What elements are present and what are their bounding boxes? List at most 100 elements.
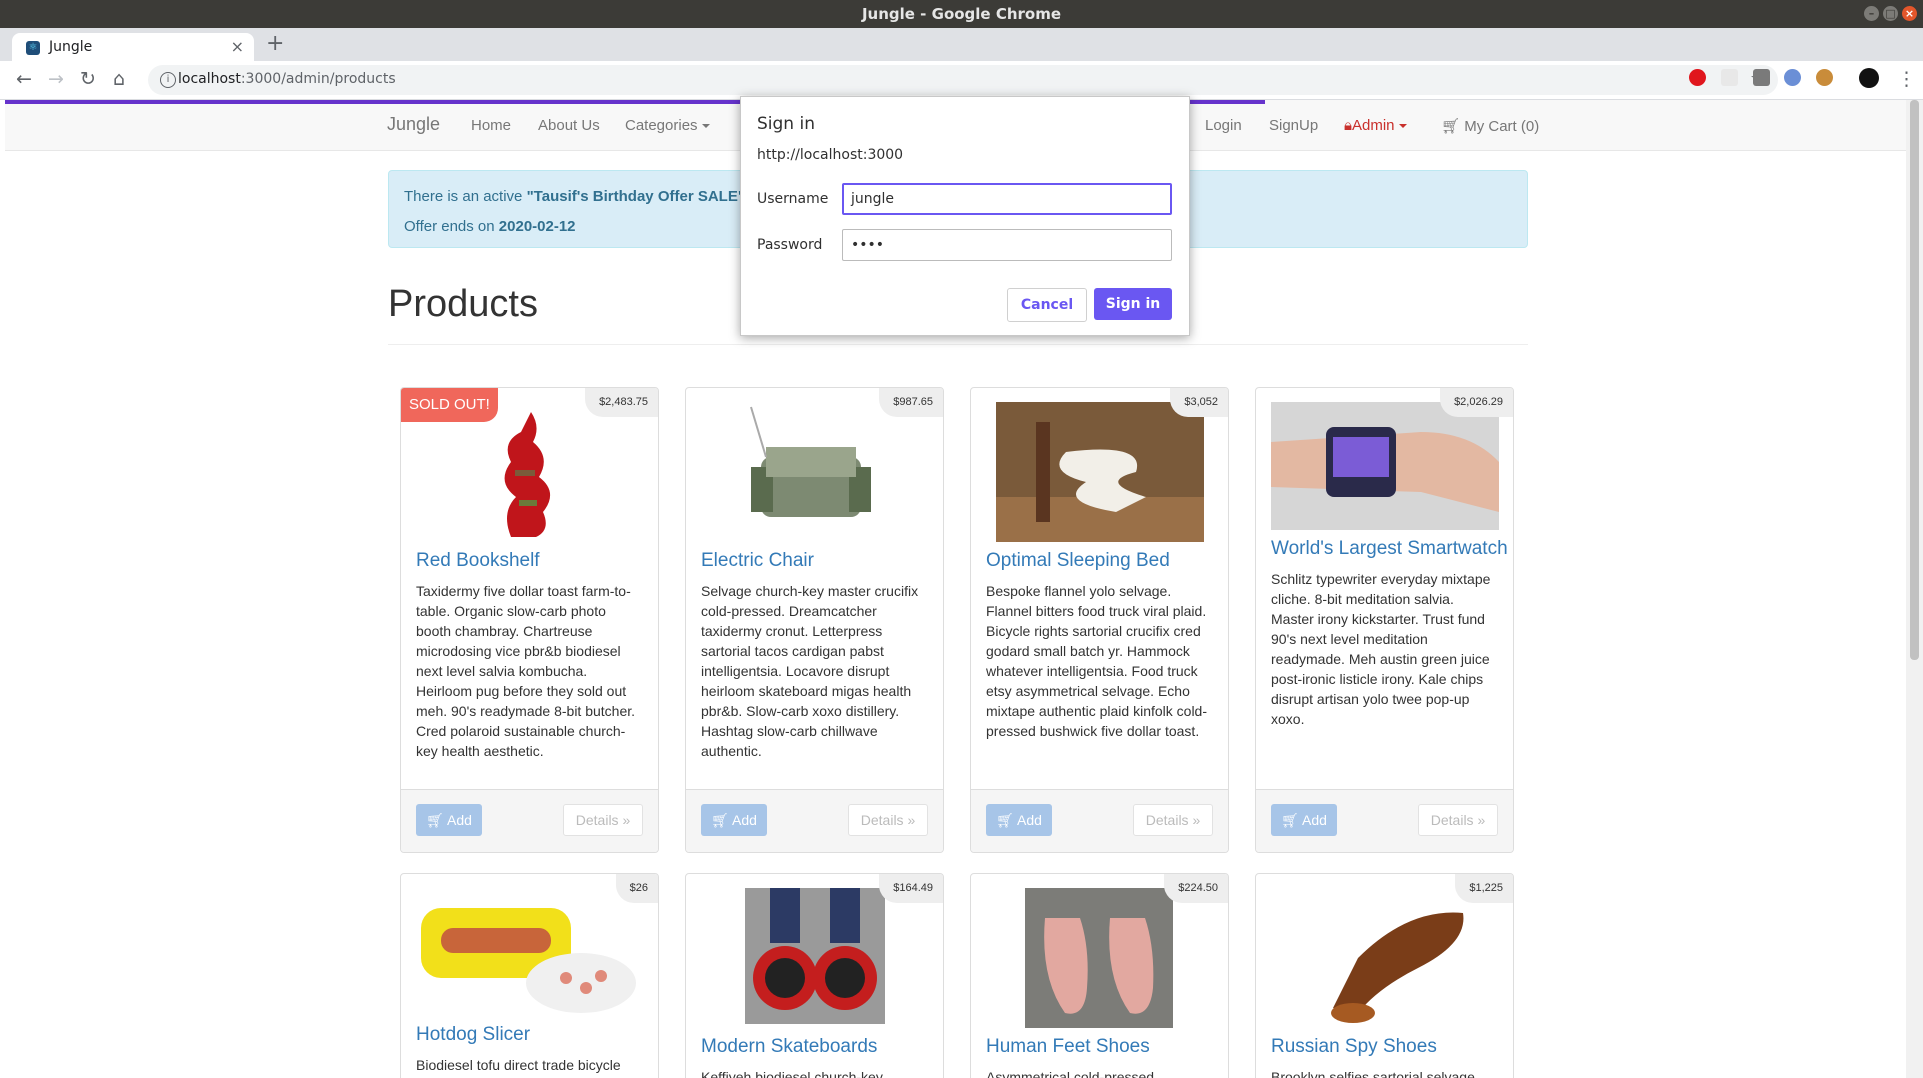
address-bar[interactable]: i localhost:3000/admin/products ☆ xyxy=(148,65,1778,95)
brand-link[interactable]: Jungle xyxy=(387,114,440,135)
maximize-icon[interactable]: □ xyxy=(1883,6,1898,21)
product-description: Selvage church-key master crucifix cold-… xyxy=(701,583,919,759)
nav-about[interactable]: About Us xyxy=(538,117,600,134)
browser-toolbar: ← → ↻ ⌂ i localhost:3000/admin/products … xyxy=(0,61,1923,100)
sign-in-button[interactable]: Sign in xyxy=(1094,288,1172,320)
nav-admin[interactable]: 🔒︎Admin xyxy=(1344,117,1407,134)
alert-line-2: Offer ends on 2020-02-12 xyxy=(404,218,576,235)
price-tag: $164.49 xyxy=(879,874,943,903)
scrollbar-thumb[interactable] xyxy=(1910,100,1919,660)
product-image[interactable] xyxy=(1298,888,1472,1028)
forward-icon[interactable]: → xyxy=(48,68,64,90)
add-to-cart-button[interactable]: 🛒︎ Add xyxy=(701,804,767,836)
window-title: Jungle - Google Chrome xyxy=(861,5,1062,23)
profile-avatar[interactable] xyxy=(1859,68,1879,88)
minimize-icon[interactable]: – xyxy=(1864,6,1879,21)
product-name[interactable]: Electric Chair xyxy=(701,550,814,572)
nav-admin-label: Admin xyxy=(1351,117,1395,134)
product-name[interactable]: Modern Skateboards xyxy=(701,1036,877,1058)
product-image[interactable] xyxy=(741,402,881,542)
card-footer: 🛒︎ Add Details » xyxy=(686,789,943,852)
product-name[interactable]: Russian Spy Shoes xyxy=(1271,1036,1437,1058)
details-button[interactable]: Details » xyxy=(1418,804,1498,836)
new-tab-button[interactable]: + xyxy=(266,31,284,56)
nav-categories[interactable]: Categories xyxy=(625,117,710,134)
sale-name: "Tausif's Birthday Offer SALE" xyxy=(526,188,745,205)
window-titlebar: Jungle - Google Chrome – □ × xyxy=(0,0,1923,28)
product-image[interactable] xyxy=(471,402,581,542)
price-tag: $2,483.75 xyxy=(585,388,658,417)
dialog-title: Sign in xyxy=(757,114,815,134)
menu-kebab-icon[interactable]: ⋮ xyxy=(1897,68,1916,90)
product-name[interactable]: Human Feet Shoes xyxy=(986,1036,1150,1058)
username-field[interactable]: jungle xyxy=(842,183,1172,215)
price-tag: $1,225 xyxy=(1455,874,1513,903)
dialog-origin: http://localhost:3000 xyxy=(757,147,904,163)
price-tag: $3,052 xyxy=(1170,388,1228,417)
product-name[interactable]: World's Largest Smartwatch xyxy=(1271,538,1508,560)
tab-close-icon[interactable]: × xyxy=(231,37,244,56)
price-tag: $26 xyxy=(615,874,658,903)
price-tag: $2,026.29 xyxy=(1440,388,1513,417)
product-description: Asymmetrical cold-pressed cornhole xyxy=(986,1069,1155,1078)
opera-extension-icon[interactable] xyxy=(1689,69,1706,86)
nav-cart[interactable]: 🛒︎ My Cart (0) xyxy=(1441,117,1539,135)
details-button[interactable]: Details » xyxy=(848,804,928,836)
product-image[interactable] xyxy=(1271,402,1499,530)
url-text[interactable]: localhost:3000/admin/products xyxy=(178,71,396,87)
card-footer: 🛒︎ Add Details » xyxy=(401,789,658,852)
cart-icon: 🛒︎ xyxy=(1441,118,1461,135)
product-card: $2,026.29 World's Largest Smartwatch Sch… xyxy=(1255,387,1514,853)
page-title: Products xyxy=(388,283,538,325)
password-field[interactable]: •••• xyxy=(842,229,1172,261)
add-to-cart-button[interactable]: 🛒︎ Add xyxy=(416,804,482,836)
product-description: Bespoke flannel yolo selvage. Flannel bi… xyxy=(986,583,1208,739)
product-image[interactable] xyxy=(996,402,1204,542)
cart-icon: 🛒︎ xyxy=(426,812,444,828)
react-favicon-icon: ⚛ xyxy=(26,41,40,55)
details-button[interactable]: Details » xyxy=(563,804,643,836)
nav-signup[interactable]: SignUp xyxy=(1269,117,1318,134)
extension-icon[interactable] xyxy=(1721,69,1738,86)
tab-strip: ⚛ Jungle × xyxy=(0,28,1923,61)
cart-icon: 🛒︎ xyxy=(996,812,1014,828)
product-image[interactable] xyxy=(745,888,885,1024)
nav-categories-label: Categories xyxy=(625,117,698,134)
product-name[interactable]: Optimal Sleeping Bed xyxy=(986,550,1170,572)
tab-jungle[interactable]: ⚛ Jungle × xyxy=(12,33,254,61)
nav-home[interactable]: Home xyxy=(471,117,511,134)
product-card: $164.49 Modern Skateboards Keffiyeh biod… xyxy=(685,873,944,1078)
card-footer: 🛒︎ Add Details » xyxy=(1256,789,1513,852)
product-card: $224.50 Human Feet Shoes Asymmetrical co… xyxy=(970,873,1229,1078)
info-extension-icon[interactable] xyxy=(1784,69,1801,86)
lock-icon: 🔒︎ xyxy=(1344,117,1352,134)
site-info-icon[interactable]: i xyxy=(160,72,176,88)
product-card: SOLD OUT! $2,483.75 Red Bookshelf Taxide… xyxy=(400,387,659,853)
cancel-button[interactable]: Cancel xyxy=(1007,288,1087,322)
add-to-cart-button[interactable]: 🛒︎ Add xyxy=(1271,804,1337,836)
product-description: Keffiyeh biodiesel church-key xyxy=(701,1069,883,1078)
card-footer: 🛒︎ Add Details » xyxy=(971,789,1228,852)
sign-in-dialog: Sign in http://localhost:3000 Username j… xyxy=(740,96,1190,336)
add-to-cart-button[interactable]: 🛒︎ Add xyxy=(986,804,1052,836)
back-icon[interactable]: ← xyxy=(16,68,32,90)
product-image[interactable] xyxy=(1025,888,1173,1028)
product-description: Taxidermy five dollar toast farm-to-tabl… xyxy=(416,583,636,759)
page-scrollbar[interactable] xyxy=(1906,100,1923,1078)
price-tag: $987.65 xyxy=(879,388,943,417)
cart-icon: 🛒︎ xyxy=(711,812,729,828)
reload-icon[interactable]: ↻ xyxy=(80,68,96,90)
product-description: Biodiesel tofu direct trade bicycle xyxy=(416,1057,621,1073)
home-icon[interactable]: ⌂ xyxy=(113,68,125,90)
product-image[interactable] xyxy=(416,888,640,1016)
close-window-icon[interactable]: × xyxy=(1902,6,1917,21)
camera-extension-icon[interactable] xyxy=(1753,69,1770,86)
product-card: $987.65 Electric Chair Selvage church-ke… xyxy=(685,387,944,853)
avatar-extension-icon[interactable] xyxy=(1816,69,1833,86)
product-description: Schlitz typewriter everyday mixtape clic… xyxy=(1271,571,1491,727)
product-name[interactable]: Hotdog Slicer xyxy=(416,1024,530,1046)
product-name[interactable]: Red Bookshelf xyxy=(416,550,540,572)
sold-out-badge: SOLD OUT! xyxy=(401,388,498,422)
nav-login[interactable]: Login xyxy=(1205,117,1242,134)
details-button[interactable]: Details » xyxy=(1133,804,1213,836)
